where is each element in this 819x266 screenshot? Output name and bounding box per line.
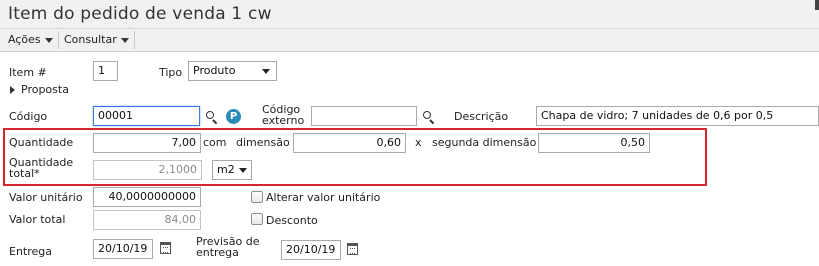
valor-unitario-label: Valor unitário	[9, 191, 83, 204]
com-label: com	[203, 136, 227, 149]
search-icon[interactable]	[206, 111, 218, 125]
search-icon[interactable]	[423, 111, 435, 125]
segunda-dimensao-field[interactable]: 0,50	[538, 133, 650, 153]
codigo-field[interactable]: 00001	[93, 106, 200, 126]
consultar-menu-button[interactable]: Consultar	[59, 31, 135, 49]
chevron-down-icon	[44, 37, 53, 43]
tipo-select[interactable]: Produto	[188, 61, 277, 81]
quantidade-label: Quantidade	[9, 136, 74, 149]
x-label: x	[415, 136, 422, 149]
descricao-field[interactable]: Chapa de vidro; 7 unidades de 0,6 por 0,…	[536, 106, 819, 126]
window-title-bar: Item do pedido de venda 1 cw	[0, 0, 819, 29]
proposta-label: Proposta	[21, 83, 69, 96]
tipo-select-value: Produto	[193, 64, 236, 77]
quantidade-total-field: 2,1000	[93, 160, 202, 180]
proposta-toggle[interactable]: Proposta	[10, 84, 69, 96]
valor-total-label: Valor total	[9, 213, 66, 226]
calendar-icon[interactable]	[347, 243, 358, 255]
acoes-menu-button[interactable]: Ações	[3, 31, 59, 49]
previsao-entrega-label-line2: entrega	[196, 246, 239, 259]
consultar-menu-label: Consultar	[64, 33, 117, 46]
entrega-date-field[interactable]: 20/10/19	[93, 239, 153, 259]
chevron-down-icon	[120, 37, 129, 43]
tipo-label: Tipo	[159, 66, 183, 79]
quantidade-total-label-line2: total*	[9, 167, 40, 180]
chevron-down-icon	[262, 69, 270, 74]
previsao-entrega-date-field[interactable]: 20/10/19	[281, 240, 341, 260]
alterar-valor-unitario-checkbox[interactable]	[251, 191, 263, 203]
quantidade-field[interactable]: 7,00	[93, 133, 201, 153]
dimensao-field[interactable]: 0,60	[293, 133, 406, 153]
dimensao-label: dimensão	[236, 136, 290, 149]
entrega-label: Entrega	[9, 245, 53, 258]
codigo-externo-label-line2: externo	[262, 114, 305, 127]
valor-total-field: 84,00	[93, 210, 201, 230]
descricao-label: Descrição	[454, 110, 509, 123]
window-corner-marker	[815, 0, 819, 10]
item-number-field[interactable]: 1	[93, 61, 118, 81]
quantidade-total-label: Quantidade total*	[9, 157, 73, 179]
codigo-label: Código	[9, 110, 48, 123]
previsao-entrega-label: Previsão de entrega	[196, 236, 260, 258]
alterar-valor-unitario-label: Alterar valor unitário	[266, 191, 381, 204]
chevron-down-icon	[239, 168, 247, 173]
unit-select-value: m2	[217, 163, 235, 176]
toolbar: Ações Consultar	[0, 29, 819, 52]
desconto-checkbox[interactable]	[251, 213, 263, 225]
expand-triangle-icon	[10, 86, 15, 94]
segunda-dimensao-label: segunda dimensão	[432, 136, 537, 149]
codigo-externo-label: Código externo	[262, 104, 304, 126]
window-title: Item do pedido de venda 1 cw	[8, 4, 272, 24]
valor-unitario-field[interactable]: 40,0000000000	[93, 187, 201, 207]
acoes-menu-label: Ações	[8, 33, 41, 46]
codigo-externo-field[interactable]	[311, 106, 417, 126]
desconto-label: Desconto	[266, 214, 318, 227]
calendar-icon[interactable]	[160, 242, 171, 254]
info-icon[interactable]: P	[226, 109, 241, 124]
unit-select[interactable]: m2	[212, 160, 252, 180]
item-number-label: Item #	[9, 66, 47, 79]
